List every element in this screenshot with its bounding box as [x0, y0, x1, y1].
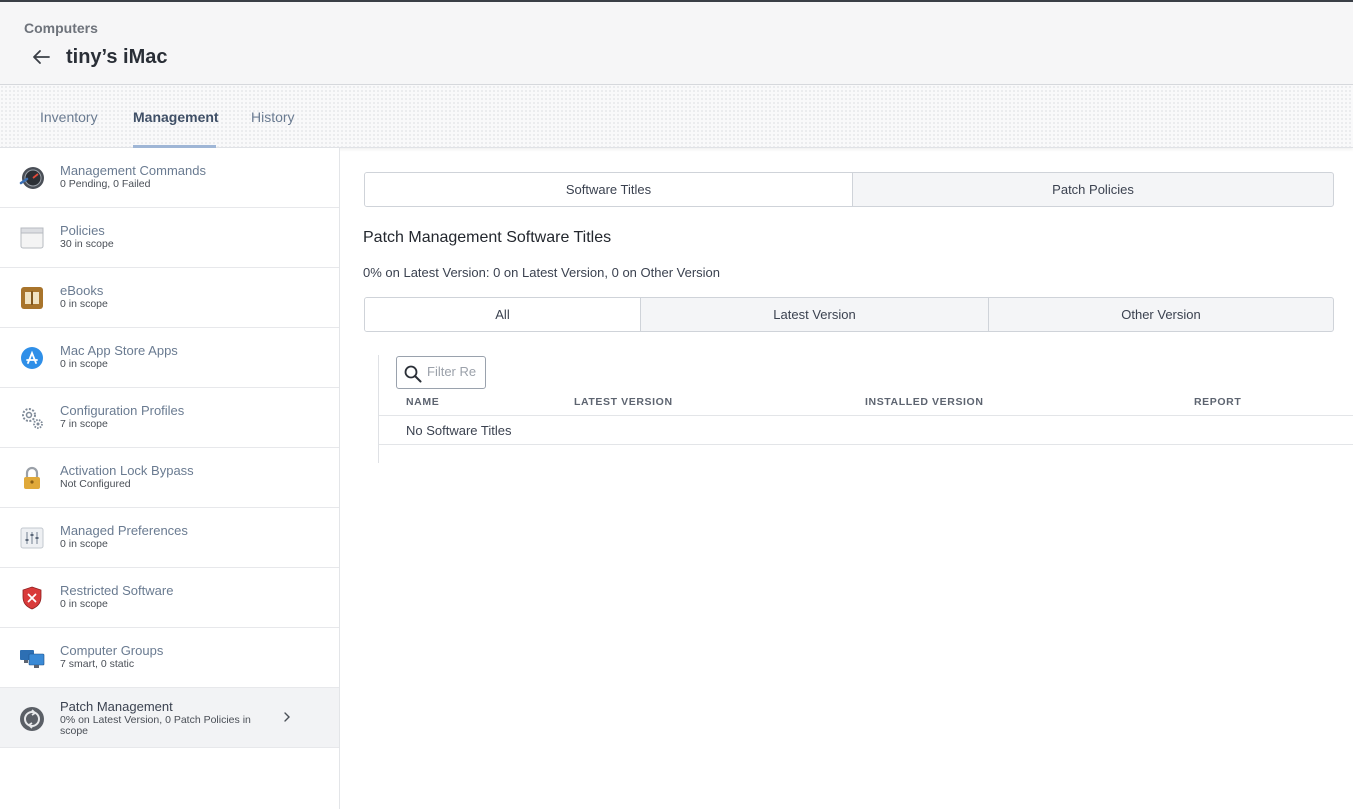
- table-empty-row: No Software Titles: [379, 416, 1353, 445]
- sidebar-item-status: 0 Pending, 0 Failed: [60, 178, 151, 190]
- sidebar-item-status: 0 in scope: [60, 598, 108, 610]
- sidebar-item-mac-app-store-apps[interactable]: Mac App Store Apps 0 in scope: [0, 328, 339, 388]
- sidebar-item-label: Management Commands: [60, 163, 206, 178]
- version-summary: 0% on Latest Version: 0 on Latest Versio…: [363, 265, 721, 280]
- sidebar-item-label: Patch Management: [60, 699, 173, 714]
- sidebar-item-status: 0% on Latest Version, 0 Patch Policies i…: [60, 714, 251, 737]
- lock-icon: [24, 466, 40, 489]
- ebooks-icon: [21, 287, 43, 309]
- computer-groups-icon: [20, 650, 45, 668]
- page-title: tiny’s iMac: [66, 46, 168, 68]
- tab-history[interactable]: History: [251, 109, 295, 125]
- sidebar-item-configuration-profiles[interactable]: Configuration Profiles 7 in scope: [0, 388, 339, 448]
- tab-bar: Inventory Management History: [0, 85, 1353, 148]
- sidebar-item-label: Mac App Store Apps: [60, 343, 178, 358]
- sidebar-item-status: 0 in scope: [60, 358, 108, 370]
- back-arrow-icon[interactable]: [30, 46, 52, 68]
- search-icon: [404, 365, 422, 383]
- sidebar: Management Commands 0 Pending, 0 Failed …: [0, 148, 340, 809]
- column-header-installed-version[interactable]: INSTALLED VERSION: [865, 396, 984, 408]
- column-header-name[interactable]: NAME: [406, 396, 439, 408]
- filter-tab-other-version[interactable]: Other Version: [989, 298, 1333, 331]
- policies-icon: [20, 227, 44, 249]
- sidebar-item-label: Configuration Profiles: [60, 403, 185, 418]
- filter-tab-latest-version[interactable]: Latest Version: [641, 298, 989, 331]
- sidebar-item-label: Policies: [60, 223, 105, 238]
- column-header-latest-version[interactable]: LATEST VERSION: [574, 396, 673, 408]
- configuration-profiles-icon: [22, 408, 43, 429]
- empty-state-text: No Software Titles: [406, 423, 512, 438]
- chevron-right-icon: [284, 712, 290, 722]
- app-store-icon: [21, 347, 43, 369]
- column-header-report[interactable]: REPORT: [1194, 396, 1241, 408]
- sidebar-item-status: 7 smart, 0 static: [60, 658, 135, 670]
- sidebar-item-status: Not Configured: [60, 478, 131, 490]
- sidebar-item-management-commands[interactable]: Management Commands 0 Pending, 0 Failed: [0, 148, 339, 208]
- sidebar-item-restricted-software[interactable]: Restricted Software 0 in scope: [0, 568, 339, 628]
- sidebar-item-label: Activation Lock Bypass: [60, 463, 194, 478]
- software-titles-table: NAME LATEST VERSION INSTALLED VERSION RE…: [378, 355, 1353, 463]
- filter-tab-all[interactable]: All: [365, 298, 641, 331]
- sidebar-item-label: eBooks: [60, 283, 104, 298]
- tab-management[interactable]: Management: [133, 109, 219, 125]
- main-content: Software Titles Patch Policies Patch Man…: [341, 148, 1353, 809]
- patch-management-icon: [20, 707, 44, 731]
- sidebar-item-activation-lock-bypass[interactable]: Activation Lock Bypass Not Configured: [0, 448, 339, 508]
- restricted-software-icon: [22, 586, 42, 610]
- sidebar-item-managed-preferences[interactable]: Managed Preferences 0 in scope: [0, 508, 339, 568]
- tab-software-titles[interactable]: Software Titles: [365, 173, 853, 206]
- table-header: NAME LATEST VERSION INSTALLED VERSION RE…: [379, 392, 1353, 416]
- managed-preferences-icon: [20, 527, 44, 549]
- sidebar-item-status: 30 in scope: [60, 238, 114, 250]
- sidebar-item-computer-groups[interactable]: Computer Groups 7 smart, 0 static: [0, 628, 339, 688]
- sidebar-item-policies[interactable]: Policies 30 in scope: [0, 208, 339, 268]
- breadcrumb[interactable]: Computers: [24, 20, 98, 36]
- page-header: Computers tiny’s iMac: [0, 2, 1353, 85]
- sidebar-item-label: Computer Groups: [60, 643, 164, 658]
- view-toggle: Software Titles Patch Policies: [364, 172, 1334, 207]
- tab-inventory[interactable]: Inventory: [40, 109, 98, 125]
- management-commands-icon: [19, 167, 44, 189]
- sidebar-item-label: Restricted Software: [60, 583, 174, 598]
- sidebar-item-status: 7 in scope: [60, 418, 108, 430]
- sidebar-item-status: 0 in scope: [60, 538, 108, 550]
- version-filter-tabs: All Latest Version Other Version: [364, 297, 1334, 332]
- sidebar-item-label: Managed Preferences: [60, 523, 188, 538]
- sidebar-item-ebooks[interactable]: eBooks 0 in scope: [0, 268, 339, 328]
- sidebar-item-patch-management[interactable]: Patch Management 0% on Latest Version, 0…: [0, 688, 339, 748]
- filter-field[interactable]: [396, 356, 486, 389]
- sidebar-item-status: 0 in scope: [60, 298, 108, 310]
- section-title: Patch Management Software Titles: [363, 229, 612, 246]
- filter-input[interactable]: [427, 364, 481, 379]
- tab-patch-policies[interactable]: Patch Policies: [853, 173, 1333, 206]
